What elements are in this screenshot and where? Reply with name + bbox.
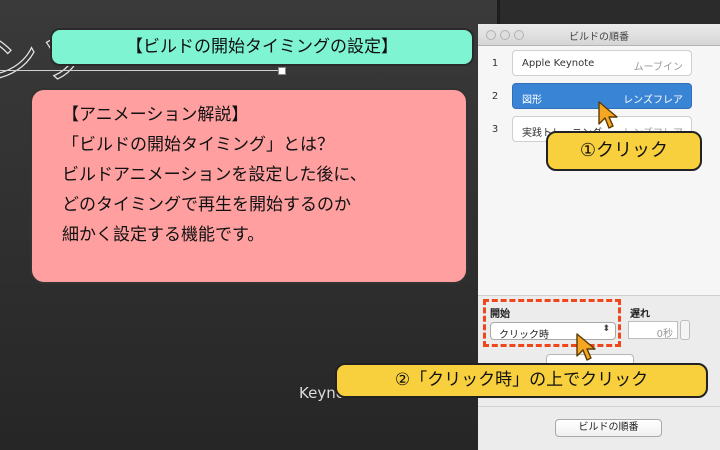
build-item-effect: ムーブイン <box>633 62 683 73</box>
slide-divider-line[interactable] <box>0 67 286 75</box>
build-number: 2 <box>491 91 499 102</box>
start-highlight-box <box>483 299 621 347</box>
explanation-line: どのタイミングで再生を開始するのか <box>62 195 351 215</box>
build-item-effect: レンズフレア <box>623 95 683 106</box>
explanation-line: 細かく設定する機能です。 <box>62 225 265 245</box>
build-row[interactable]: 1 Apple Keynote ムーブイン <box>478 48 720 80</box>
panel-titlebar[interactable]: ビルドの順番 <box>478 24 720 46</box>
panel-title: ビルドの順番 <box>569 32 629 43</box>
build-list: 1 Apple Keynote ムーブイン 2 図形 レンズフレア 3 実践トレ… <box>478 46 720 296</box>
build-item-name: 図形 <box>522 95 542 106</box>
build-item[interactable]: Apple Keynote ムーブイン <box>512 50 692 76</box>
pointer-cursor-icon <box>576 333 596 361</box>
explanation-line: 「ビルドの開始タイミング」とは？ <box>62 135 334 155</box>
explanation-line: 【アニメーション解説】 <box>62 105 249 125</box>
build-item-name: Apple Keynote <box>522 58 595 69</box>
delay-value: 0秒 <box>656 329 673 340</box>
delay-input[interactable]: 0秒 <box>628 321 678 340</box>
heading-callout: 【ビルドの開始タイミングの設定】 <box>50 28 474 66</box>
build-order-button[interactable]: ビルドの順番 <box>555 419 662 437</box>
build-number: 3 <box>491 124 499 135</box>
pointer-cursor-icon <box>598 101 618 129</box>
step1-callout: ①クリック <box>546 131 702 171</box>
step2-callout: ②「クリック時」の上でクリック <box>335 363 708 398</box>
build-number: 1 <box>491 58 499 69</box>
explanation-box: 【アニメーション解説】 「ビルドの開始タイミング」とは？ ビルドアニメーションを… <box>30 88 468 284</box>
stepper-icon[interactable] <box>680 320 690 340</box>
explanation-line: ビルドアニメーションを設定した後に、 <box>62 165 367 185</box>
delay-label: 遅れ <box>630 309 650 320</box>
